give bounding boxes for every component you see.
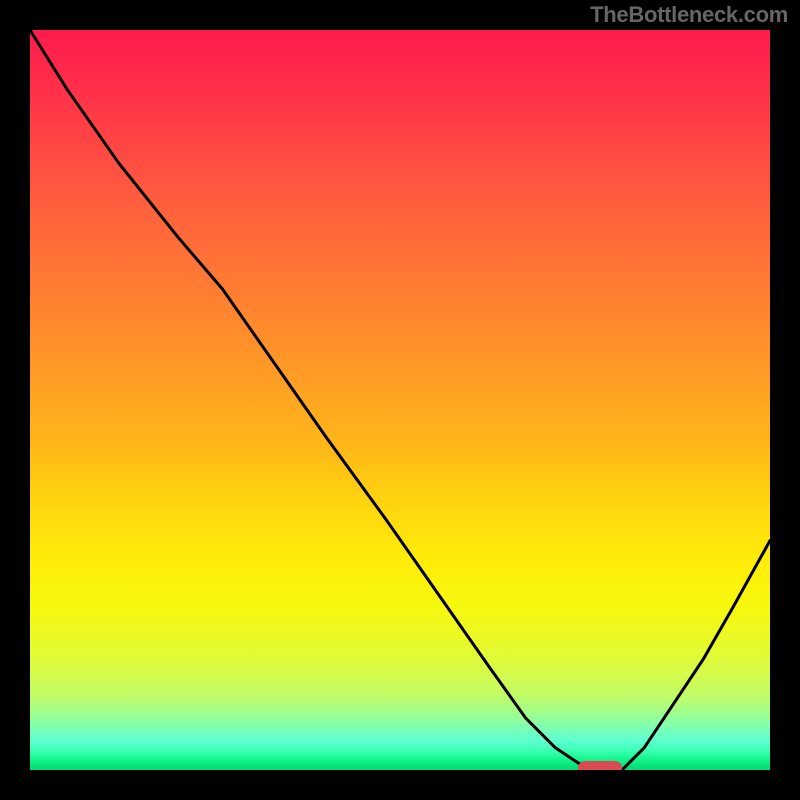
chart-container: TheBottleneck.com (0, 0, 800, 800)
plot-area (30, 30, 770, 770)
curve-svg (30, 30, 770, 770)
bottleneck-curve (30, 30, 770, 770)
optimal-marker (578, 761, 622, 770)
watermark-text: TheBottleneck.com (590, 2, 788, 28)
